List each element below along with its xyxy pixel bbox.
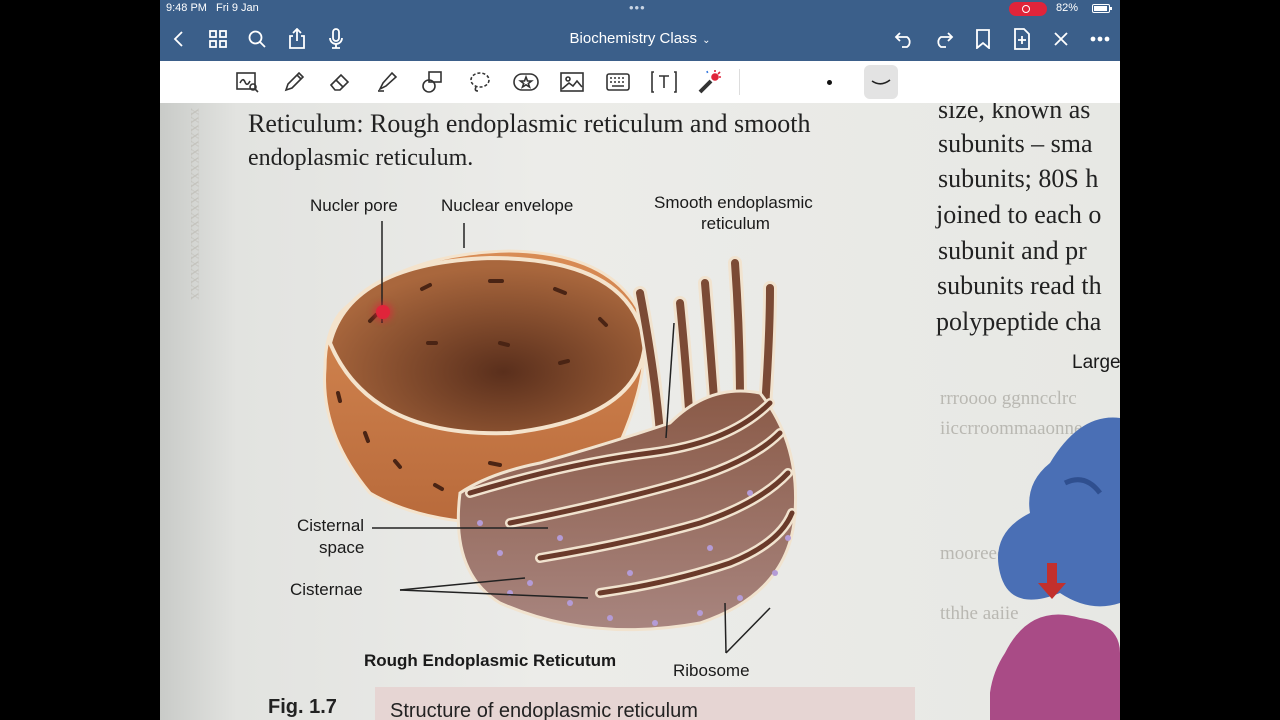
status-bar: 9:48 PM Fri 9 Jan ••• 82% bbox=[160, 0, 1120, 18]
chevron-down-icon: ⌄ bbox=[702, 35, 711, 46]
undo-icon[interactable] bbox=[893, 27, 917, 51]
nuclear-envelope-label: Nuclear envelope bbox=[441, 196, 574, 215]
right-column-line: subunits – sma bbox=[938, 129, 1093, 158]
right-column-line: joined to each o bbox=[936, 200, 1102, 229]
notebook-page[interactable]: xxxxxxxxxxxxxxxxxxxxxxxx Reticulum: Roug… bbox=[160, 103, 1120, 720]
smooth-er-label-line1: Smooth endoplasmic bbox=[654, 193, 813, 212]
page-heading-line2: endoplasmic reticulum. bbox=[248, 145, 474, 171]
cisternal-space-label-line1: Cisternal bbox=[297, 516, 365, 535]
shapes-icon[interactable] bbox=[419, 69, 447, 95]
battery-icon bbox=[1092, 4, 1112, 13]
navigation-bar: Biochemistry Class ⌄ bbox=[160, 18, 1120, 61]
image-icon[interactable] bbox=[558, 69, 586, 95]
screen-recording-icon[interactable] bbox=[1009, 2, 1047, 16]
drawing-toolbar bbox=[160, 61, 1120, 104]
right-column-line: polypeptide cha bbox=[936, 307, 1102, 336]
rough-er-label: Rough Endoplasmic Reticutum bbox=[364, 651, 617, 670]
nuclear-pore-label: Nucler pore bbox=[310, 196, 398, 215]
battery-percent: 82% bbox=[1056, 2, 1079, 14]
lasso-icon[interactable] bbox=[466, 69, 494, 95]
right-column-line: subunits; 80S h bbox=[938, 164, 1099, 193]
ribosome-label: Ribosome bbox=[673, 661, 750, 680]
highlighter-icon[interactable] bbox=[373, 69, 401, 95]
laser-pointer-dot bbox=[376, 305, 390, 319]
pen-icon[interactable] bbox=[280, 69, 308, 95]
endoplasmic-reticulum-diagram bbox=[323, 221, 798, 654]
close-icon[interactable] bbox=[1049, 27, 1073, 51]
status-time: 9:48 PM bbox=[166, 2, 207, 14]
right-column-line: subunit and pr bbox=[938, 236, 1087, 265]
sticker-icon[interactable] bbox=[512, 69, 540, 95]
cisternae-label: Cisternae bbox=[290, 580, 363, 599]
right-column-line: size, known as bbox=[938, 103, 1091, 124]
eraser-icon[interactable] bbox=[326, 69, 354, 95]
figure-caption: Structure of endoplasmic reticulum bbox=[390, 700, 698, 720]
large-subunit-label: Large bbox=[1072, 352, 1120, 373]
toolbar-divider bbox=[739, 69, 740, 95]
more-icon[interactable] bbox=[1088, 27, 1112, 51]
zoom-note-icon[interactable] bbox=[234, 69, 262, 95]
right-column-line: subunits read th bbox=[937, 271, 1102, 300]
stroke-size-dot-icon[interactable] bbox=[827, 80, 832, 85]
text-box-icon[interactable] bbox=[650, 69, 678, 95]
bleed-through-text: xxxxxxxxxxxxxxxxxxxxxxxx bbox=[187, 108, 204, 300]
page-heading-line1: Reticulum: Rough endoplasmic reticulum a… bbox=[248, 109, 811, 138]
keyboard-icon[interactable] bbox=[604, 69, 632, 95]
smooth-er-label-line2: reticulum bbox=[701, 214, 770, 233]
stroke-type-selected[interactable] bbox=[864, 65, 898, 99]
document-title-text: Biochemistry Class bbox=[569, 30, 698, 47]
multitask-dots-icon[interactable]: ••• bbox=[629, 0, 646, 15]
redo-icon[interactable] bbox=[931, 27, 955, 51]
bookmark-icon[interactable] bbox=[971, 27, 995, 51]
ribosome-illustration bbox=[990, 417, 1120, 720]
figure-number: Fig. 1.7 bbox=[268, 696, 337, 718]
cisternal-space-label-line2: space bbox=[319, 538, 365, 557]
ipad-screen: 9:48 PM Fri 9 Jan ••• 82% Biochemistry C… bbox=[160, 0, 1120, 720]
add-page-icon[interactable] bbox=[1010, 27, 1034, 51]
laser-pointer-icon[interactable] bbox=[696, 69, 724, 95]
status-date: Fri 9 Jan bbox=[216, 2, 259, 14]
